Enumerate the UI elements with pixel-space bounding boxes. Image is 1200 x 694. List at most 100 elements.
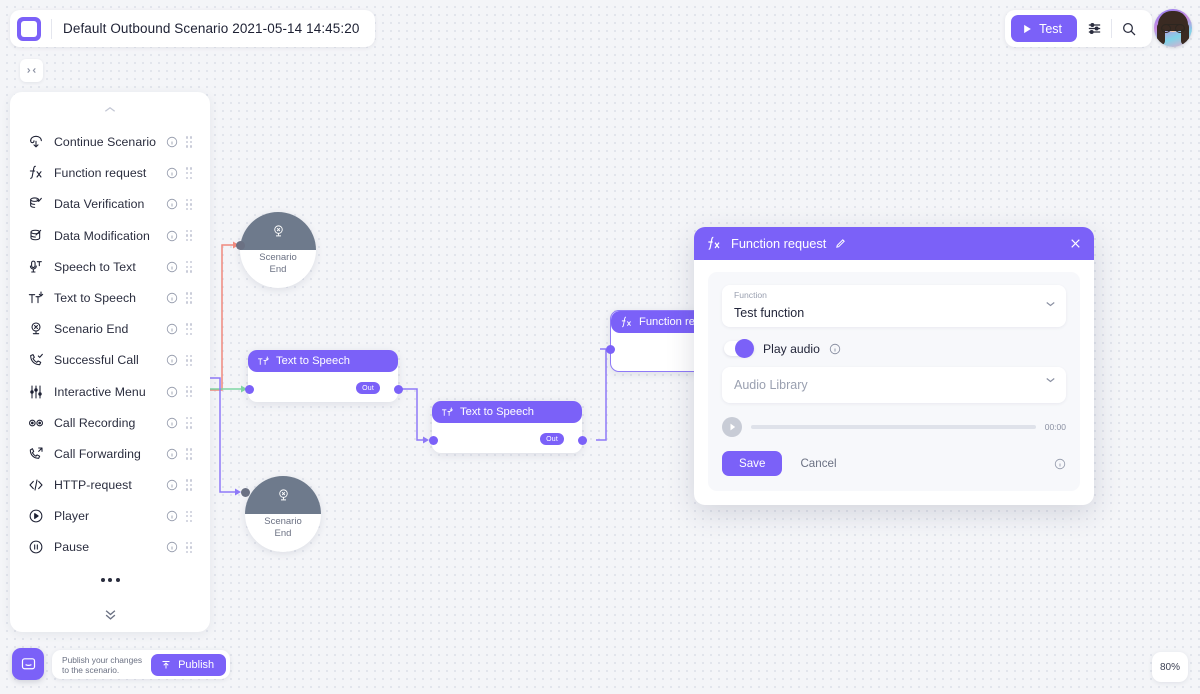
function-select[interactable]: Function Test function xyxy=(722,285,1066,327)
sidebar-scroll-up[interactable] xyxy=(10,92,210,126)
sidebar-item-continue-scenario[interactable]: Continue Scenario xyxy=(10,126,210,157)
chat-button[interactable] xyxy=(12,648,44,680)
sidebar-item-call-recording[interactable]: Call Recording xyxy=(10,407,210,438)
test-button[interactable]: Test xyxy=(1011,15,1077,42)
sidebar-item-info-button[interactable] xyxy=(164,386,180,398)
sidebar-item-info-button[interactable] xyxy=(164,479,180,491)
dialog-inner-panel: Function Test function Play audio Audio … xyxy=(708,272,1080,491)
sidebar-item-info-button[interactable] xyxy=(164,323,180,335)
sidebar-item-http-request[interactable]: HTTP-request xyxy=(10,470,210,501)
audio-play-button[interactable] xyxy=(722,417,742,437)
node-header: Text to Speech xyxy=(248,350,398,372)
publish-button[interactable]: Publish xyxy=(151,653,227,676)
audio-library-select[interactable]: Audio Library xyxy=(722,367,1066,403)
sidebar-item-successful-call[interactable]: Successful Call xyxy=(10,345,210,376)
sidebar-item-info-button[interactable] xyxy=(164,354,180,366)
sidebar-item-drag-handle[interactable] xyxy=(180,261,198,273)
node-port-out[interactable] xyxy=(578,435,587,445)
sidebar-item-info-button[interactable] xyxy=(164,510,180,522)
zoom-level[interactable]: 80% xyxy=(1152,652,1188,682)
pencil-icon[interactable] xyxy=(835,238,846,249)
continue-scenario-icon xyxy=(30,135,42,148)
node-scenario-end-top[interactable]: Scenario End xyxy=(240,212,316,288)
sidebar-item-drag-handle[interactable] xyxy=(180,354,198,367)
text-speech-icon xyxy=(442,407,453,416)
sidebar-item-drag-handle[interactable] xyxy=(180,323,198,335)
node-label: Scenario End xyxy=(259,252,297,275)
sidebar-item-label: Data Verification xyxy=(54,197,145,212)
node-port-in[interactable] xyxy=(244,384,254,394)
save-button[interactable]: Save xyxy=(722,451,783,476)
dialog-title: Function request xyxy=(731,236,827,251)
sidebar-item-drag-handle[interactable] xyxy=(180,167,198,179)
info-icon xyxy=(166,230,178,241)
play-audio-info-icon[interactable] xyxy=(829,343,841,355)
sidebar-item-info-button[interactable] xyxy=(164,292,180,304)
sidebar-item-data-modification[interactable]: Data Modification xyxy=(10,220,210,251)
sidebar-item-player[interactable]: Player xyxy=(10,501,210,532)
sidebar-item-function-request[interactable]: Function request xyxy=(10,158,210,189)
node-title: Text to Speech xyxy=(460,406,535,418)
sidebar-item-info-button[interactable] xyxy=(164,167,180,179)
node-port-in[interactable] xyxy=(606,345,615,354)
sidebar-item-call-forwarding[interactable]: Call Forwarding xyxy=(10,438,210,469)
sidebar-item-info-button[interactable] xyxy=(164,541,180,553)
sidebar-more-button[interactable] xyxy=(10,563,210,596)
pause-circle-icon xyxy=(29,541,43,554)
info-icon xyxy=(166,136,178,148)
node-port-in[interactable] xyxy=(236,241,245,250)
sidebar-item-drag-handle[interactable] xyxy=(180,229,198,242)
sidebar-item-drag-handle[interactable] xyxy=(180,198,198,211)
sidebar-item-info-button[interactable] xyxy=(164,136,180,148)
audio-time: 00:00 xyxy=(1044,422,1066,432)
sidebar-item-info-button[interactable] xyxy=(164,417,180,429)
sidebar-scroll-down[interactable] xyxy=(10,597,210,632)
successful-call-icon xyxy=(30,354,43,366)
scenario-title-chip[interactable]: Default Outbound Scenario 2021-05-14 14:… xyxy=(10,10,376,47)
sidebar-item-interactive-menu[interactable]: Interactive Menu xyxy=(10,376,210,407)
node-port-out[interactable] xyxy=(394,384,403,394)
sidebar-item-drag-handle[interactable] xyxy=(180,510,198,523)
play-audio-toggle[interactable] xyxy=(724,339,754,358)
sidebar-item-speech-to-text[interactable]: Speech to Text xyxy=(10,251,210,282)
sidebar-item-info-button[interactable] xyxy=(164,198,180,210)
sidebar-collapse-button[interactable] xyxy=(20,59,43,82)
text-speech-icon xyxy=(28,291,44,304)
sidebar-item-drag-handle[interactable] xyxy=(180,385,198,398)
sidebar-item-data-verification[interactable]: Data Verification xyxy=(10,189,210,220)
call-forwarding-icon xyxy=(28,446,50,462)
sidebar-item-info-button[interactable] xyxy=(164,261,180,273)
sidebar-item-pause[interactable]: Pause xyxy=(10,532,210,563)
sliders-menu-icon xyxy=(28,384,50,400)
sidebar-item-text-to-speech[interactable]: Text to Speech xyxy=(10,282,210,313)
node-port-in[interactable] xyxy=(241,488,250,497)
sidebar-item-scenario-end[interactable]: Scenario End xyxy=(10,314,210,345)
cancel-button[interactable]: Cancel xyxy=(800,457,836,470)
dialog-close-button[interactable] xyxy=(1069,237,1082,250)
sidebar-item-drag-handle[interactable] xyxy=(180,416,198,429)
sidebar-item-info-button[interactable] xyxy=(164,448,180,460)
data-modification-icon xyxy=(28,228,50,244)
publish-button-label: Publish xyxy=(178,658,215,671)
sidebar-item-label: Player xyxy=(54,509,90,524)
sidebar-item-label: Function request xyxy=(54,166,147,181)
node-scenario-end-bottom[interactable]: Scenario End xyxy=(245,476,321,552)
sidebar-item-info-button[interactable] xyxy=(164,230,180,242)
sidebar-item-drag-handle[interactable] xyxy=(180,479,198,491)
sidebar-item-drag-handle[interactable] xyxy=(180,448,198,460)
dialog-info-icon[interactable] xyxy=(1054,458,1066,470)
sidebar-item-drag-handle[interactable] xyxy=(180,136,198,148)
node-port-in[interactable] xyxy=(428,435,438,445)
search-button[interactable] xyxy=(1112,14,1146,44)
sliders-icon xyxy=(1088,22,1100,35)
avatar[interactable] xyxy=(1154,9,1192,47)
audio-progress-track[interactable] xyxy=(751,425,1036,429)
text-speech-icon xyxy=(258,356,269,365)
info-icon xyxy=(166,292,178,304)
sidebar-item-drag-handle[interactable] xyxy=(180,541,198,554)
node-text-to-speech-1[interactable]: Text to Speech Out xyxy=(248,350,398,402)
data-verification-icon xyxy=(30,197,42,209)
sidebar-item-drag-handle[interactable] xyxy=(180,292,198,304)
node-text-to-speech-2[interactable]: Text to Speech Out xyxy=(432,401,582,453)
settings-button[interactable] xyxy=(1077,14,1111,44)
